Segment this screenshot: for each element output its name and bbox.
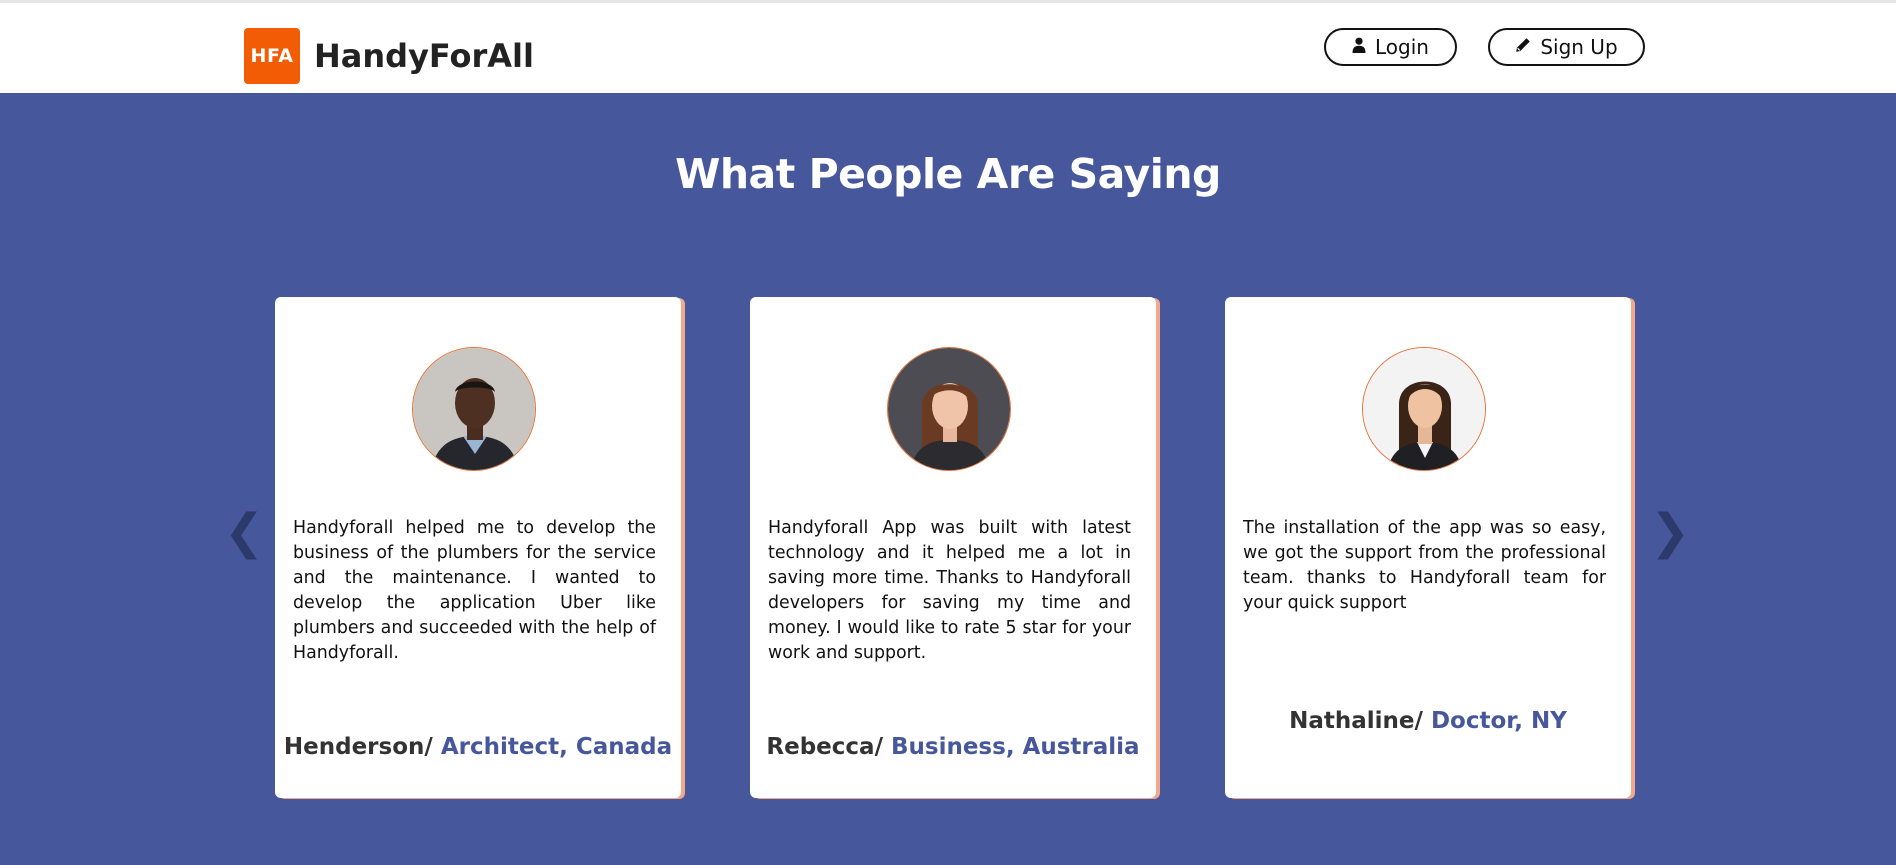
user-icon [1352,37,1366,57]
pencil-icon [1515,37,1531,57]
logo[interactable]: HFA HandyForAll [244,28,534,84]
avatar [412,347,536,471]
section-title: What People Are Saying [675,150,1221,198]
author-name: Rebecca/ [766,734,883,760]
testimonial-author: Henderson/ Architect, Canada [275,734,681,760]
site-header: HFA HandyForAll Login Sign Up [0,3,1896,93]
author-name: Nathaline/ [1289,708,1423,734]
avatar [887,347,1011,471]
prev-arrow-button[interactable]: ❮ [224,508,264,556]
brand-name: HandyForAll [314,37,534,75]
testimonial-author: Rebecca/ Business, Australia [750,734,1156,760]
testimonial-card: Handyforall App was built with latest te… [750,297,1156,798]
testimonial-quote: Handyforall helped me to develop the bus… [293,518,656,663]
avatar [1362,347,1486,471]
next-arrow-button[interactable]: ❯ [1650,508,1690,556]
testimonial-quote: Handyforall App was built with latest te… [768,518,1131,663]
author-role: Business, Australia [890,734,1140,760]
testimonial-author: Nathaline/ Doctor, NY [1225,708,1631,734]
login-label: Login [1375,35,1429,59]
author-role: Doctor, NY [1430,708,1567,734]
signup-label: Sign Up [1540,35,1618,59]
testimonial-quote: The installation of the app was so easy,… [1243,518,1606,613]
login-button[interactable]: Login [1324,28,1457,66]
author-role: Architect, Canada [440,734,673,760]
testimonial-card: The installation of the app was so easy,… [1225,297,1631,798]
testimonial-card: Handyforall helped me to develop the bus… [275,297,681,798]
logo-badge: HFA [244,28,300,84]
signup-button[interactable]: Sign Up [1488,28,1645,66]
author-name: Henderson/ [283,734,433,760]
